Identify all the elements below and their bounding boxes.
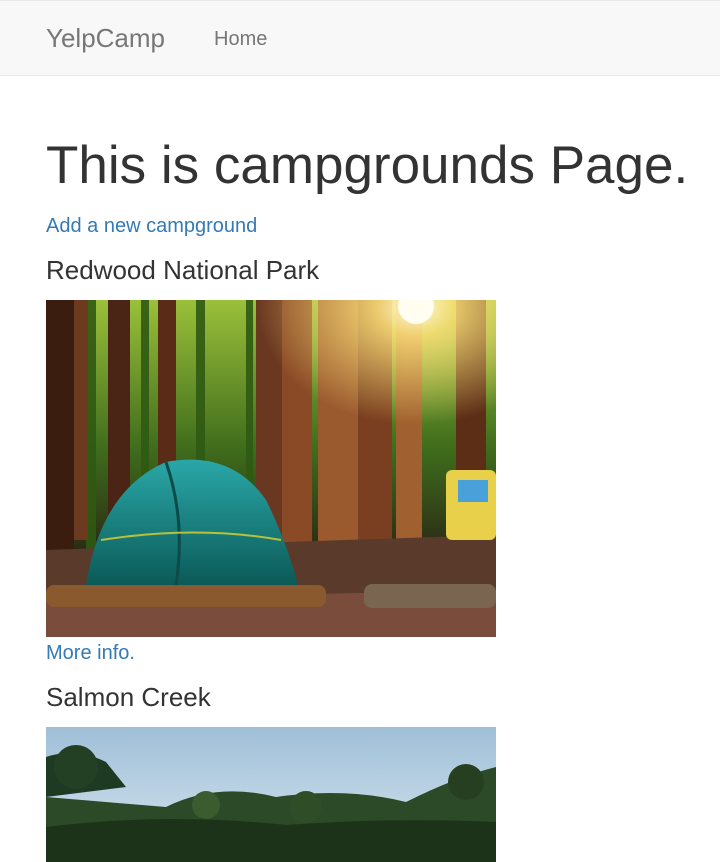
campground-title: Redwood National Park [46,255,320,285]
page-title: This is campgrounds Page. [46,136,689,195]
brand-link[interactable]: YelpCamp [46,21,165,55]
more-info-link[interactable]: More info. [46,640,135,666]
nav-link-home[interactable]: Home [214,26,267,52]
redwood-tent-photo [46,300,496,637]
campground-image[interactable] [46,300,496,637]
campground-image[interactable] [46,727,496,862]
add-campground-link[interactable]: Add a new campground [46,213,257,239]
campground-title: Salmon Creek [46,682,211,712]
salmon-creek-photo [46,727,496,862]
navbar: YelpCamp Home [0,0,720,76]
